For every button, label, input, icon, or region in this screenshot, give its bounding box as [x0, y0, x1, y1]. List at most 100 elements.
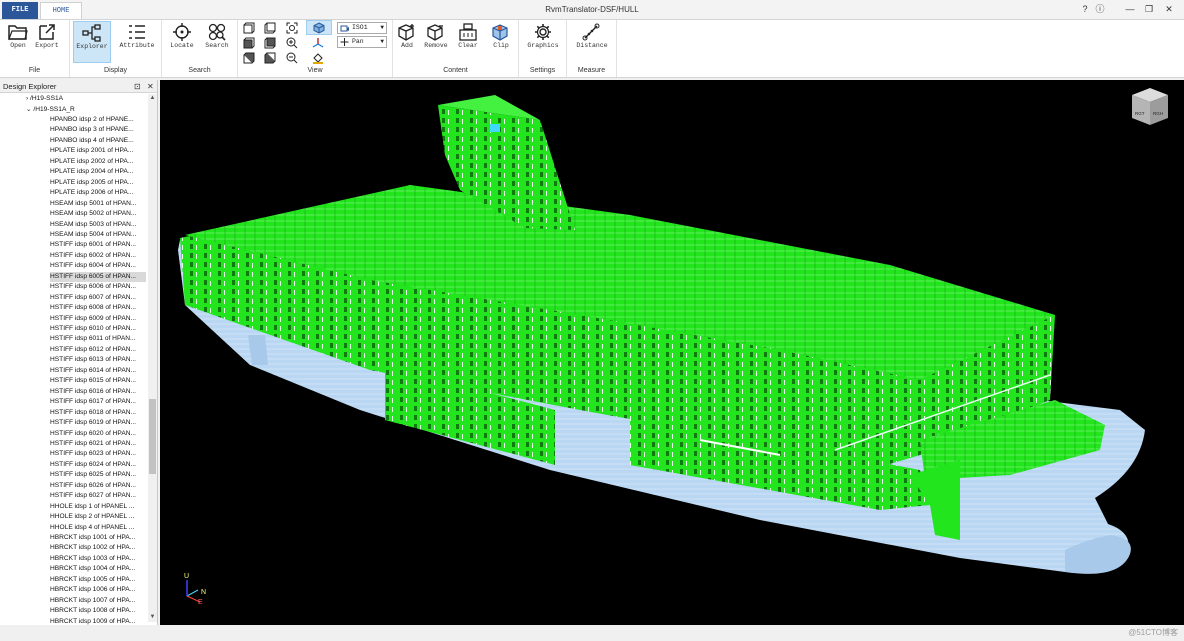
tree-item[interactable]: HSTIFF idsp 6005 of HPAN...: [50, 271, 146, 283]
tree-item[interactable]: HHOLE idsp 1 of HPANEL ...: [50, 502, 146, 512]
view-right-icon[interactable]: [264, 52, 276, 64]
ribbon: Open Export File Explorer Attribute Disp…: [0, 19, 1184, 78]
tree-item[interactable]: HHOLE idsp 4 of HPANEL ...: [50, 523, 146, 533]
remove-button[interactable]: Remove: [421, 21, 451, 63]
view-top-icon[interactable]: [243, 37, 255, 49]
tree-item[interactable]: HSTIFF idsp 6015 of HPAN...: [50, 376, 146, 386]
view-left-icon[interactable]: [243, 52, 255, 64]
tree-item[interactable]: HSTIFF idsp 6008 of HPAN...: [50, 303, 146, 313]
add-button[interactable]: Add: [393, 21, 421, 63]
tree-item[interactable]: HSTIFF idsp 6021 of HPAN...: [50, 439, 146, 449]
maximize-button[interactable]: ❐: [1142, 2, 1156, 16]
3d-viewport[interactable]: RGT RGH U N E: [160, 80, 1184, 625]
tree-item[interactable]: HPLATE idsp 2004 of HPA...: [50, 167, 146, 177]
tree-item[interactable]: HBRCKT idsp 1007 of HPA...: [50, 596, 146, 606]
tree-item[interactable]: HSEAM idsp 5001 of HPAN...: [50, 199, 146, 209]
fill-color-icon[interactable]: [312, 52, 324, 64]
tree-item[interactable]: HPLATE idsp 2006 of HPA...: [50, 188, 146, 198]
group-view: ISO1 ▼ Pan ▼ View: [238, 20, 393, 77]
distance-button[interactable]: Distance: [573, 21, 611, 63]
tree-item[interactable]: HHOLE idsp 2 of HPANEL ...: [50, 512, 146, 522]
scroll-up-icon[interactable]: ▲: [148, 94, 157, 103]
tree-item[interactable]: HBRCKT idsp 1003 of HPA...: [50, 554, 146, 564]
axis-triad-icon[interactable]: [312, 37, 324, 49]
tree-item[interactable]: HSTIFF idsp 6006 of HPAN...: [50, 282, 146, 292]
tree-item[interactable]: HSEAM idsp 5004 of HPAN...: [50, 230, 146, 240]
tree-item[interactable]: HSTIFF idsp 6013 of HPAN...: [50, 355, 146, 365]
group-label-view: View: [307, 67, 323, 74]
view-direction-select[interactable]: ISO1 ▼: [337, 22, 387, 34]
explorer-button[interactable]: Explorer: [73, 21, 111, 63]
tree-item[interactable]: HSTIFF idsp 6026 of HPAN...: [50, 481, 146, 491]
tree-item[interactable]: HSEAM idsp 5003 of HPAN...: [50, 220, 146, 230]
info-icon[interactable]: ⓘ: [1093, 2, 1107, 16]
shaded-view-toggle[interactable]: [306, 20, 332, 35]
export-button[interactable]: Export: [30, 21, 64, 63]
tree-item[interactable]: HSTIFF idsp 6024 of HPAN...: [50, 460, 146, 470]
tree-item[interactable]: HSTIFF idsp 6019 of HPAN...: [50, 418, 146, 428]
zoom-in-icon[interactable]: [286, 37, 298, 49]
tree-item[interactable]: HSTIFF idsp 6014 of HPAN...: [50, 366, 146, 376]
clear-label: Clear: [458, 42, 478, 49]
view-cube[interactable]: RGT RGH: [1132, 88, 1168, 125]
tree-item[interactable]: HSTIFF idsp 6025 of HPAN...: [50, 470, 146, 480]
zoom-out-icon[interactable]: [286, 52, 298, 64]
tree-item[interactable]: HBRCKT idsp 1005 of HPA...: [50, 575, 146, 585]
tree-item[interactable]: HBRCKT idsp 1001 of HPA...: [50, 533, 146, 543]
view-back-icon[interactable]: [264, 22, 276, 34]
tab-file[interactable]: FILE: [2, 2, 38, 19]
axis-triad: U N E: [184, 573, 206, 606]
tree-item[interactable]: HPLATE idsp 2002 of HPA...: [50, 157, 146, 167]
clear-button[interactable]: Clear: [453, 21, 483, 63]
close-panel-icon[interactable]: ✕: [147, 80, 154, 93]
clip-box-icon: [492, 24, 508, 41]
tree-item[interactable]: HSTIFF idsp 6012 of HPAN...: [50, 345, 146, 355]
expander-icon[interactable]: ›: [26, 95, 28, 102]
close-button[interactable]: ✕: [1162, 2, 1176, 16]
locate-button[interactable]: Locate: [165, 21, 199, 63]
tree-item[interactable]: HSTIFF idsp 6023 of HPAN...: [50, 449, 146, 459]
tree-item[interactable]: HSTIFF idsp 6007 of HPAN...: [50, 293, 146, 303]
view-front-icon[interactable]: [243, 22, 255, 34]
tree-node[interactable]: ⌄ /H19-SS1A_R: [26, 105, 75, 115]
explorer-scrollbar[interactable]: ▲ ▼: [148, 94, 157, 622]
tree-item[interactable]: HSTIFF idsp 6011 of HPAN...: [50, 334, 146, 344]
tree-item[interactable]: HBRCKT idsp 1008 of HPA...: [50, 606, 146, 616]
tree-hierarchy-icon: [82, 24, 101, 42]
tree-item[interactable]: HSTIFF idsp 6027 of HPAN...: [50, 491, 146, 501]
axis-label-up: U: [184, 573, 189, 580]
scrollbar-thumb[interactable]: [149, 399, 156, 474]
pin-icon[interactable]: ⊡: [134, 80, 141, 93]
attribute-button[interactable]: Attribute: [117, 21, 157, 63]
tree-item[interactable]: HBRCKT idsp 1006 of HPA...: [50, 585, 146, 595]
tree-item[interactable]: HSTIFF idsp 6002 of HPAN...: [50, 251, 146, 261]
tree-item[interactable]: HBRCKT idsp 1002 of HPA...: [50, 543, 146, 553]
scroll-down-icon[interactable]: ▼: [148, 613, 157, 622]
tree-item[interactable]: HSTIFF idsp 6004 of HPAN...: [50, 261, 146, 271]
zoom-fit-icon[interactable]: [286, 22, 298, 34]
tree-item[interactable]: HSTIFF idsp 6016 of HPAN...: [50, 387, 146, 397]
tree-item[interactable]: HPLATE idsp 2001 of HPA...: [50, 146, 146, 156]
tree-item[interactable]: HSEAM idsp 5002 of HPAN...: [50, 209, 146, 219]
tree-node[interactable]: › /H19-SS1A: [26, 94, 63, 104]
tree-item[interactable]: HSTIFF idsp 6009 of HPAN...: [50, 314, 146, 324]
tree-item[interactable]: HPLATE idsp 2005 of HPA...: [50, 178, 146, 188]
tree-item[interactable]: HPANBO idsp 4 of HPANE...: [50, 136, 146, 146]
tree-item[interactable]: HSTIFF idsp 6017 of HPAN...: [50, 397, 146, 407]
graphics-button[interactable]: Graphics: [524, 21, 562, 63]
expander-icon[interactable]: ⌄: [26, 106, 32, 113]
tree-item[interactable]: HPANBO idsp 3 of HPANE...: [50, 125, 146, 135]
navigation-mode-select[interactable]: Pan ▼: [337, 36, 387, 48]
help-icon[interactable]: ?: [1078, 2, 1092, 16]
view-bottom-icon[interactable]: [264, 37, 276, 49]
tree-item[interactable]: HBRCKT idsp 1004 of HPA...: [50, 564, 146, 574]
tree-item[interactable]: HSTIFF idsp 6020 of HPAN...: [50, 429, 146, 439]
search-button[interactable]: Search: [200, 21, 234, 63]
clip-button[interactable]: Clip: [487, 21, 515, 63]
tree-item[interactable]: HSTIFF idsp 6018 of HPAN...: [50, 408, 146, 418]
tree-item[interactable]: HSTIFF idsp 6010 of HPAN...: [50, 324, 146, 334]
minimize-button[interactable]: —: [1123, 2, 1137, 16]
tree-item[interactable]: HSTIFF idsp 6001 of HPAN...: [50, 240, 146, 250]
tree-item[interactable]: HPANBO idsp 2 of HPANE...: [50, 115, 146, 125]
tab-home[interactable]: HOME: [40, 2, 82, 19]
